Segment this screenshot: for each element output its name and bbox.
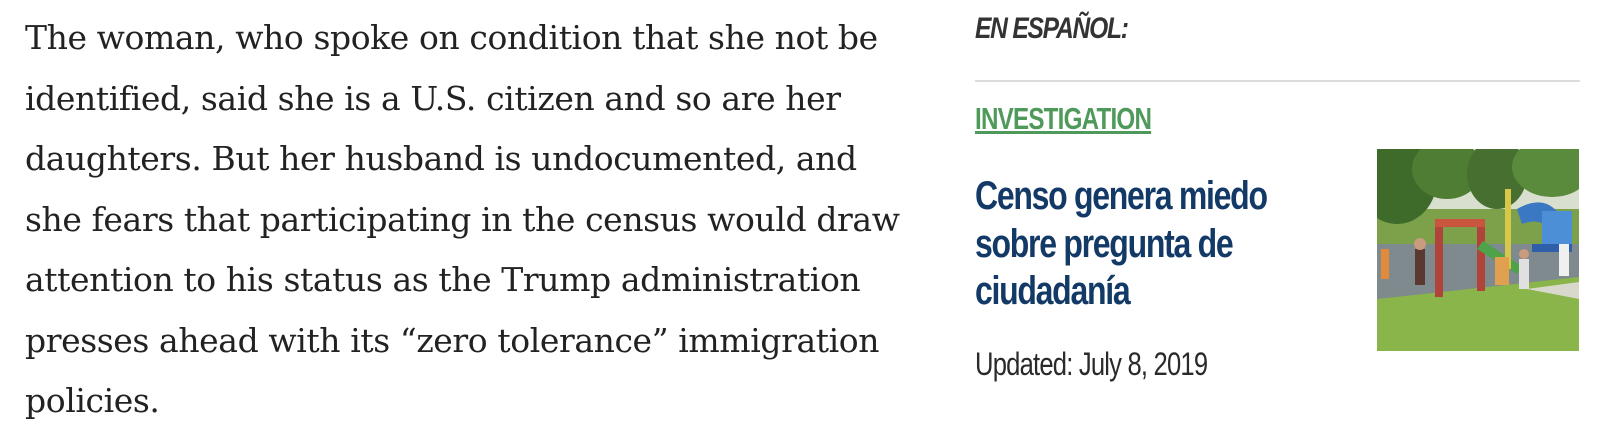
paragraph-line: she fears that participating in the cens… (25, 199, 900, 239)
paragraph-line: policies. (25, 381, 160, 420)
paragraph-line: presses ahead with its “zero tolerance” … (25, 320, 880, 360)
headline-line: ciudadanía (975, 269, 1131, 313)
sidebar-divider (975, 80, 1580, 82)
story-category-link[interactable]: INVESTIGATION (975, 101, 1152, 137)
story-updated-date: Updated: July 8, 2019 (975, 346, 1208, 382)
paragraph-line: daughters. But her husband is undocument… (25, 139, 857, 178)
related-sidebar: EN ESPAÑOL: INVESTIGATION Censo genera m… (975, 0, 1580, 438)
paragraph-line: attention to his status as the Trump adm… (25, 260, 861, 299)
story-thumbnail[interactable] (1377, 149, 1579, 351)
paragraph-line: identified, said she is a U.S. citizen a… (25, 78, 841, 118)
headline-line: Censo genera miedo (975, 174, 1268, 218)
sidebar-section-title: EN ESPAÑOL: (975, 12, 1129, 45)
headline-line: sobre pregunta de (975, 221, 1234, 266)
story-headline-link[interactable]: Censo genera miedo sobre pregunta de ciu… (975, 173, 1311, 316)
article-paragraph: The woman, who spoke on condition that s… (25, 8, 915, 432)
playground-photo-icon (1377, 149, 1579, 351)
paragraph-line: The woman, who spoke on condition that s… (25, 18, 878, 57)
page: The woman, who spoke on condition that s… (0, 0, 1614, 438)
